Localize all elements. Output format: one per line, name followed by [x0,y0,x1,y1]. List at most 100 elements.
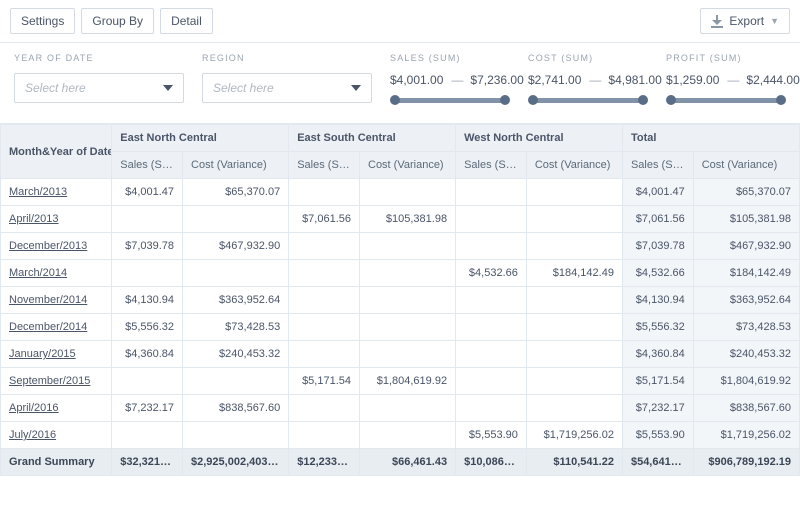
row-header-label: Month&Year of Date [9,146,112,158]
col-tot-sales[interactable]: Sales (Sum) [622,152,693,179]
row-label[interactable]: April/2016 [1,395,112,422]
export-button[interactable]: Export ▼ [700,8,790,34]
cell-tot_c: $240,453.32 [693,341,799,368]
filter-label: REGION [202,53,372,63]
col-esc-cost[interactable]: Cost (Variance) [360,152,456,179]
select-placeholder: Select here [25,81,86,95]
col-wnc-sales[interactable]: Sales (Sum) [456,152,527,179]
cell-wnc_s [456,341,527,368]
cell-wnc_s: $5,553.90 [456,422,527,449]
row-label[interactable]: November/2014 [1,287,112,314]
cell-esc_c [360,179,456,206]
table-row: November/2014$4,130.94$363,952.64$4,130.… [1,287,800,314]
cell-enc_s: $4,001.47 [112,179,183,206]
grand-cell-esc_c: $66,461.43 [360,449,456,476]
cell-tot_s: $5,171.54 [622,368,693,395]
filter-label: YEAR OF DATE [14,53,184,63]
settings-button[interactable]: Settings [10,8,75,34]
col-group-esc[interactable]: East South Central [289,125,456,152]
cell-esc_s [289,422,360,449]
slider-thumb-right[interactable] [500,95,510,105]
cell-tot_c: $65,370.07 [693,179,799,206]
cell-esc_c [360,314,456,341]
col-group-enc[interactable]: East North Central [112,125,289,152]
row-header[interactable]: Month&Year of Date [1,125,112,179]
filter-profit: PROFIT (SUM) $1,259.00 — $2,444.00 [666,53,786,109]
year-of-date-select[interactable]: Select here [14,73,184,103]
range-min: $1,259.00 [666,73,719,87]
cell-esc_c: $105,381.98 [360,206,456,233]
cell-wnc_s [456,314,527,341]
col-tot-cost[interactable]: Cost (Variance) [693,152,799,179]
table-row: March/2014$4,532.66$184,142.49$4,532.66$… [1,260,800,287]
sales-range-slider[interactable] [390,93,510,109]
slider-thumb-left[interactable] [666,95,676,105]
slider-thumb-left[interactable] [390,95,400,105]
cell-wnc_s [456,233,527,260]
profit-range-slider[interactable] [666,93,786,109]
filter-label: PROFIT (SUM) [666,53,786,63]
row-label[interactable]: December/2014 [1,314,112,341]
cell-enc_s [112,368,183,395]
row-label[interactable]: January/2015 [1,341,112,368]
cell-tot_s: $7,039.78 [622,233,693,260]
row-label[interactable]: July/2016 [1,422,112,449]
group-by-button[interactable]: Group By [81,8,154,34]
cell-enc_s: $7,232.17 [112,395,183,422]
cell-esc_c [360,341,456,368]
row-label[interactable]: April/2013 [1,206,112,233]
cell-wnc_c [526,233,622,260]
cell-tot_s: $7,061.56 [622,206,693,233]
cell-enc_c: $240,453.32 [183,341,289,368]
row-label[interactable]: September/2015 [1,368,112,395]
row-label[interactable]: March/2013 [1,179,112,206]
range-max: $4,981.00 [608,73,661,87]
cell-enc_s: $7,039.78 [112,233,183,260]
slider-thumb-right[interactable] [776,95,786,105]
col-wnc-cost[interactable]: Cost (Variance) [526,152,622,179]
grand-cell-tot_c: $906,789,192.19 [693,449,799,476]
cell-tot_s: $7,232.17 [622,395,693,422]
cost-range-slider[interactable] [528,93,648,109]
row-label[interactable]: December/2013 [1,233,112,260]
cell-enc_c: $363,952.64 [183,287,289,314]
table-row: July/2016$5,553.90$1,719,256.02$5,553.90… [1,422,800,449]
cell-esc_c [360,287,456,314]
range-dash: — [727,73,738,87]
range-dash: — [589,73,600,87]
filter-year-of-date: YEAR OF DATE Select here [14,53,184,103]
cell-wnc_c [526,314,622,341]
cell-esc_s: $5,171.54 [289,368,360,395]
cell-enc_s: $5,556.32 [112,314,183,341]
caret-down-icon [163,85,173,91]
table-row: December/2013$7,039.78$467,932.90$7,039.… [1,233,800,260]
cell-wnc_c: $184,142.49 [526,260,622,287]
cell-enc_s [112,422,183,449]
cell-enc_c [183,260,289,287]
cell-esc_s: $7,061.56 [289,206,360,233]
cell-enc_c [183,422,289,449]
cell-esc_c [360,260,456,287]
cell-esc_c [360,395,456,422]
cell-enc_c: $65,370.07 [183,179,289,206]
cell-esc_s [289,287,360,314]
cell-wnc_c [526,341,622,368]
cell-tot_c: $363,952.64 [693,287,799,314]
cell-wnc_c [526,206,622,233]
cell-tot_s: $4,532.66 [622,260,693,287]
caret-down-icon [351,85,361,91]
detail-button[interactable]: Detail [160,8,213,34]
col-enc-sales[interactable]: Sales (Sum) [112,152,183,179]
col-group-total[interactable]: Total [622,125,799,152]
cell-tot_c: $73,428.53 [693,314,799,341]
cell-esc_c: $1,804,619.92 [360,368,456,395]
row-label[interactable]: March/2014 [1,260,112,287]
cell-tot_c: $467,932.90 [693,233,799,260]
slider-thumb-left[interactable] [528,95,538,105]
col-esc-sales[interactable]: Sales (Sum) [289,152,360,179]
cell-esc_s [289,395,360,422]
col-enc-cost[interactable]: Cost (Variance) [183,152,289,179]
region-select[interactable]: Select here [202,73,372,103]
col-group-wnc[interactable]: West North Central [456,125,623,152]
slider-thumb-right[interactable] [638,95,648,105]
